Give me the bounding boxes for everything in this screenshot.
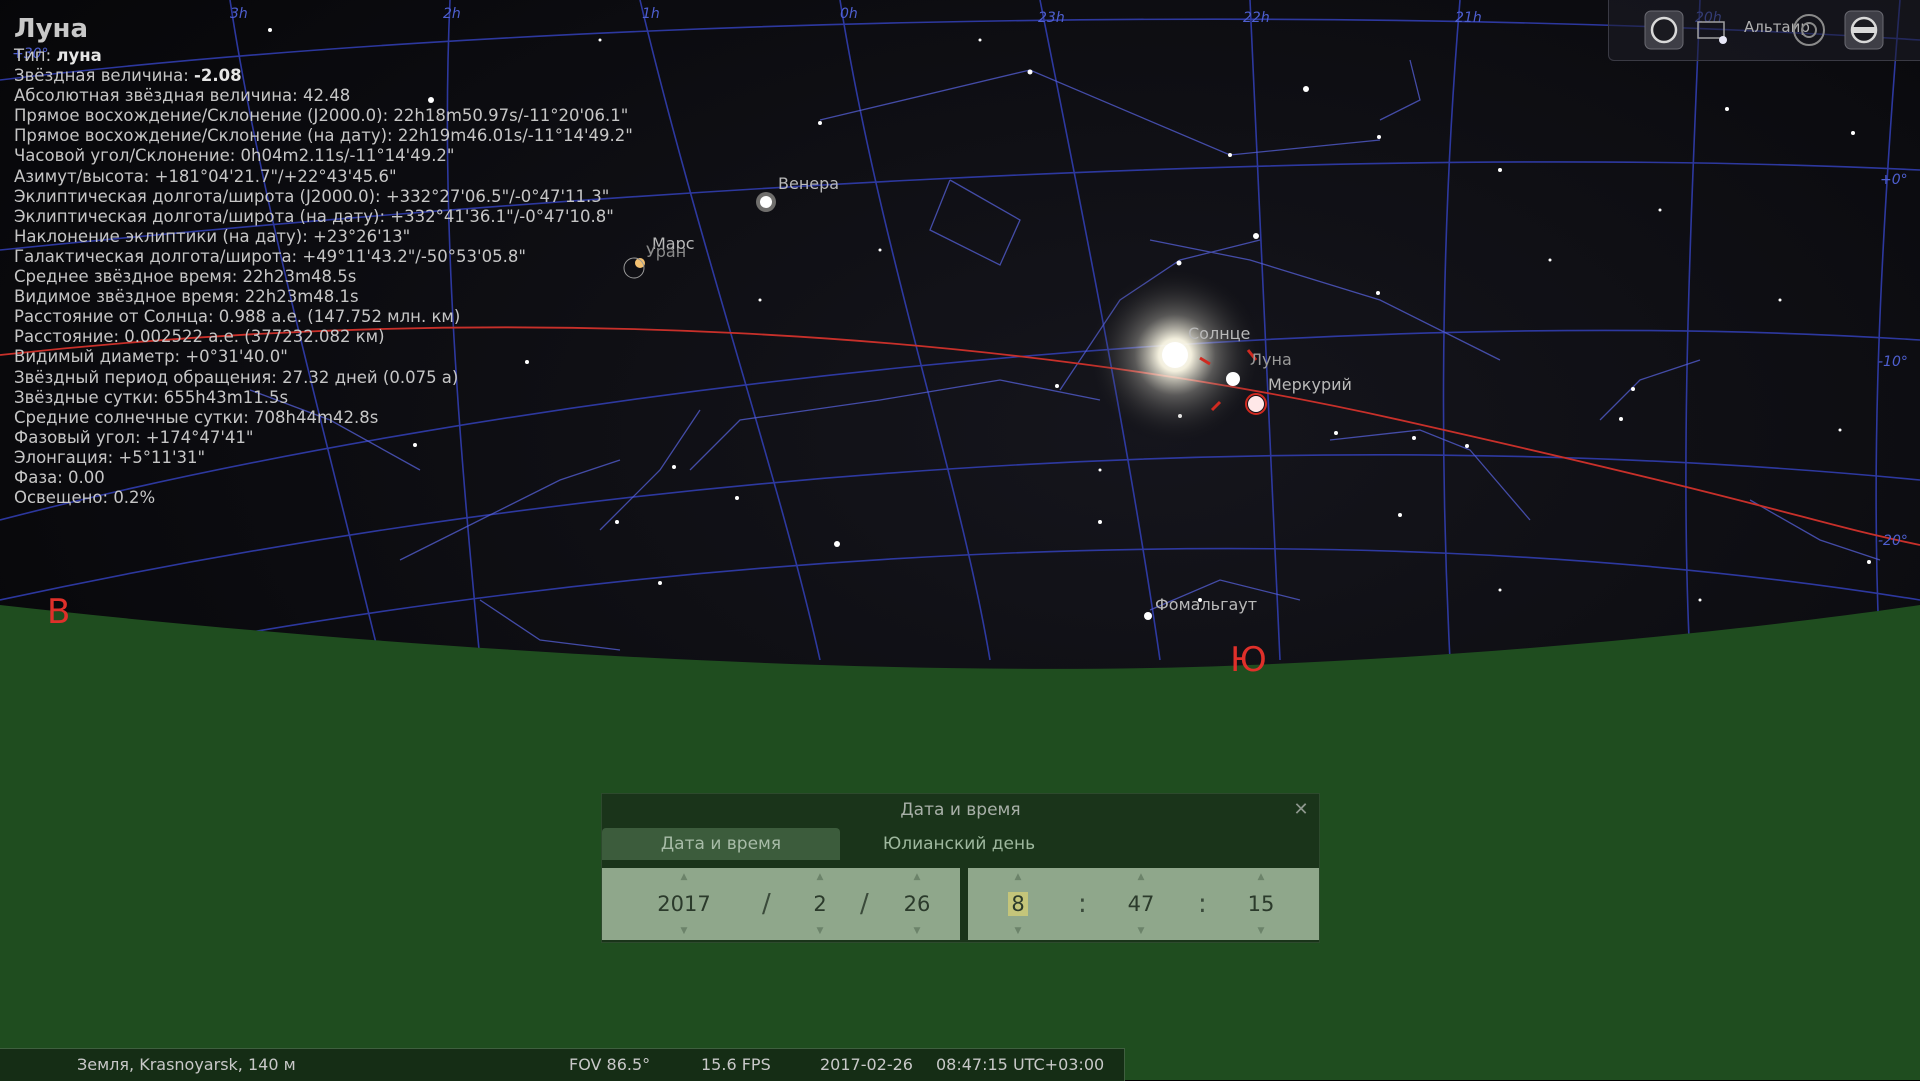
hour-down-arrow[interactable]: ▼ [998, 926, 1038, 936]
minute-spinner[interactable]: ▲ 47 ▼ [1116, 868, 1166, 940]
day-value: 26 [903, 892, 931, 916]
month-value: 2 [813, 892, 827, 916]
grid-label-dec: -20° [1878, 533, 1908, 549]
date-time-dialog: Дата и время ✕ Дата и время Юлианский де… [601, 793, 1320, 943]
label-sun: Солнце [1188, 324, 1251, 343]
info-line: Прямое восхождение/Склонение (на дату): … [14, 126, 633, 146]
grid-label-ra: 22h [1243, 10, 1270, 26]
time-separator: : [1078, 889, 1087, 919]
hour-spinner[interactable]: ▲ 8 ▼ [998, 868, 1038, 940]
year-up-arrow[interactable]: ▲ [644, 872, 724, 882]
second-down-arrow[interactable]: ▼ [1236, 926, 1286, 936]
label-mercury: Меркурий [1268, 375, 1352, 394]
day-down-arrow[interactable]: ▼ [892, 926, 942, 936]
grid-label-dec: +0° [1880, 172, 1908, 188]
status-time[interactable]: 08:47:15 UTC+03:00 [936, 1055, 1104, 1074]
time-separator: : [1198, 889, 1207, 919]
tab-date-time[interactable]: Дата и время [602, 828, 840, 860]
minute-value: 47 [1127, 892, 1155, 916]
object-info-lines: Тип: луна Звёздная величина: -2.08 Абсол… [14, 46, 674, 508]
star-fomalhaut [1144, 612, 1152, 620]
dialog-title: Дата и время [900, 800, 1021, 820]
cardinal-south: Ю [1230, 640, 1267, 680]
info-line: Часовой угол/Склонение: 0h04m2.11s/-11°1… [14, 146, 455, 166]
label-fomalhaut: Фомальгаут [1155, 595, 1258, 614]
info-type-line: Тип: луна [14, 46, 674, 66]
hour-value: 8 [1008, 892, 1028, 916]
toolbar-button-eyepiece[interactable] [1844, 10, 1884, 50]
info-line: Азимут/высота: +181°04'21.7"/+22°43'45.6… [14, 166, 397, 186]
label-moon: Луна [1250, 350, 1292, 369]
eyepiece-icon [1844, 10, 1884, 50]
info-line: Эклиптическая долгота/широта (на дату): … [14, 206, 614, 226]
info-line: Средние солнечные сутки: 708h44m42.8s [14, 407, 379, 427]
info-line: Наклонение эклиптики (на дату): +23°26'1… [14, 226, 411, 246]
date-separator: / [762, 889, 771, 919]
date-separator: / [860, 889, 869, 919]
circle-icon [1644, 10, 1684, 50]
info-line: Галактическая долгота/широта: +49°11'43.… [14, 246, 526, 266]
info-magnitude-line: Звёздная величина: -2.08 [14, 66, 674, 86]
toolbar-button-circle[interactable] [1644, 10, 1684, 50]
info-line: Фаза: 0.00 [14, 467, 105, 487]
close-icon[interactable]: ✕ [1289, 798, 1313, 822]
hour-up-arrow[interactable]: ▲ [998, 872, 1038, 882]
year-spinner[interactable]: ▲ 2017 ▼ [644, 868, 724, 940]
minute-down-arrow[interactable]: ▼ [1116, 926, 1166, 936]
top-toolbar: Альтаир [1608, 0, 1920, 61]
sun-glow [1085, 265, 1265, 445]
info-line: Фазовый угол: +174°47'41" [14, 427, 254, 447]
info-type-value: луна [56, 46, 102, 65]
year-value: 2017 [657, 892, 711, 916]
target-icon [1793, 14, 1825, 46]
grid-label-ra: 21h [1455, 10, 1482, 26]
info-line: Звёздный период обращения: 27.32 дней (0… [14, 367, 459, 387]
year-down-arrow[interactable]: ▼ [644, 926, 724, 936]
info-line: Элонгация: +5°11'31" [14, 447, 206, 467]
status-date[interactable]: 2017-02-26 [820, 1055, 913, 1074]
month-spinner[interactable]: ▲ 2 ▼ [800, 868, 840, 940]
month-down-arrow[interactable]: ▼ [800, 926, 840, 936]
status-fov: FOV 86.5° [569, 1055, 651, 1074]
grid-label-dec: -10° [1878, 354, 1908, 370]
info-line: Среднее звёздное время: 22h23m48.5s [14, 267, 357, 287]
second-up-arrow[interactable]: ▲ [1236, 872, 1286, 882]
info-line: Прямое восхождение/Склонение (J2000.0): … [14, 106, 629, 126]
status-bar: Земля, Krasnoyarsk, 140 м FOV 86.5° 15.6… [0, 1048, 1125, 1081]
planet-mercury [1245, 393, 1267, 415]
info-type-label: Тип: [14, 46, 52, 65]
second-spinner[interactable]: ▲ 15 ▼ [1236, 868, 1286, 940]
day-up-arrow[interactable]: ▲ [892, 872, 942, 882]
info-magnitude-value: -2.08 [194, 66, 242, 86]
info-line: Расстояние от Солнца: 0.988 а.е. (147.75… [14, 307, 461, 327]
toolbar-button-target[interactable] [1789, 10, 1829, 50]
date-spinbox-group: ▲ 2017 ▼ / ▲ 2 ▼ / ▲ 26 ▼ [602, 868, 960, 940]
info-line: Видимое звёздное время: 22h23m48.1s [14, 287, 359, 307]
info-magnitude-label: Звёздная величина: [14, 66, 189, 86]
tab-julian-day[interactable]: Юлианский день [840, 828, 1078, 860]
planet-venus [756, 192, 776, 212]
object-info-panel: Луна Тип: луна Звёздная величина: -2.08 … [14, 14, 674, 508]
info-line: Видимый диаметр: +0°31'40.0" [14, 347, 288, 367]
object-title: Луна [14, 14, 89, 44]
label-venus: Венера [778, 174, 840, 193]
info-line: Расстояние: 0.002522 а.е. (377232.082 км… [14, 327, 385, 347]
info-line: Освещено: 0.2% [14, 488, 156, 508]
info-line: Звёздные сутки: 655h43m11.5s [14, 387, 289, 407]
month-up-arrow[interactable]: ▲ [800, 872, 840, 882]
grid-label-ra: 0h [840, 6, 858, 22]
day-spinner[interactable]: ▲ 26 ▼ [892, 868, 942, 940]
second-value: 15 [1247, 892, 1275, 916]
grid-label-ra: 23h [1038, 10, 1065, 26]
cardinal-east: В [47, 592, 71, 632]
minute-up-arrow[interactable]: ▲ [1116, 872, 1166, 882]
status-fps: 15.6 FPS [701, 1055, 771, 1074]
info-line: Эклиптическая долгота/широта (J2000.0): … [14, 186, 610, 206]
status-location[interactable]: Земля, Krasnoyarsk, 140 м [77, 1055, 296, 1074]
info-line: Абсолютная звёздная величина: 42.48 [14, 86, 351, 106]
time-spinbox-group: ▲ 8 ▼ : ▲ 47 ▼ : ▲ 15 ▼ [968, 868, 1319, 940]
